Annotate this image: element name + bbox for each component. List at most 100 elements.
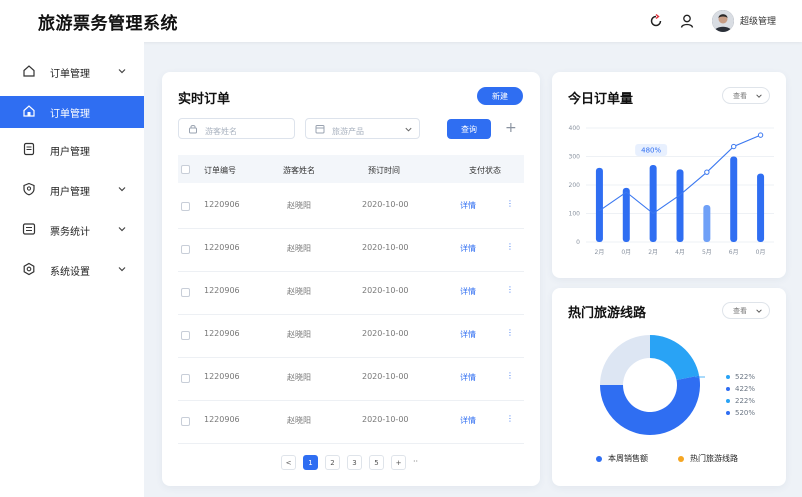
product-placeholder: 旅游产品 [332,127,364,136]
page-button[interactable]: 1 [303,455,318,470]
product-select[interactable]: 旅游产品 [305,118,420,139]
routes-period-select[interactable]: 查看 [722,302,770,319]
more-icon[interactable]: ⋮ [506,371,514,380]
donut-label-text: 522% [735,373,756,381]
document-icon [23,142,35,156]
booking-time: 2020-10-00 [362,372,409,381]
booking-time: 2020-10-00 [362,286,409,295]
guest-name: 赵晓阳 [287,373,311,382]
donut-label: 222% [726,397,755,405]
bar [676,169,684,242]
sidebar-item-ticket-stats[interactable]: 票务统计 [0,214,144,246]
row-checkbox[interactable] [181,202,190,211]
orders-title: 实时订单 [178,92,231,107]
page-button[interactable]: 2 [325,455,340,470]
x-tick-label: 6月 [729,249,739,256]
donut-label: 522% [726,373,755,381]
donut-label-text: 520% [735,409,756,417]
order-id: 1220906 [204,243,240,252]
bar [595,167,603,242]
booking-time: 2020-10-00 [362,200,409,209]
prev-page-button[interactable]: < [281,455,296,470]
search-input[interactable]: 游客姓名 [178,118,295,139]
legend-item: 热门旅游线路 [678,453,738,464]
chevron-down-icon [118,267,126,272]
y-tick-label: 300 [569,154,581,161]
row-checkbox[interactable] [181,245,190,254]
detail-link[interactable]: 详情 [460,200,476,211]
legend-dot [678,455,684,462]
more-icon[interactable]: ⋮ [506,199,514,208]
column-header: 预订时间 [368,166,400,175]
more-icon[interactable]: ⋮ [506,414,514,423]
home-icon [23,105,35,117]
legend-dot [596,455,602,462]
legend-item: 本周销售额 [596,453,648,464]
new-order-button[interactable]: 新建 [477,87,523,105]
booking-time: 2020-10-00 [362,243,409,252]
guest-name: 赵晓阳 [287,416,311,425]
search-button[interactable]: 查询 [447,119,491,139]
more-icon[interactable]: ⋮ [506,242,514,251]
sidebar: 订单管理 订单管理 用户管理 用户管理 票务统计 系统设置 [0,42,144,497]
label-dot [726,387,730,391]
user-icon[interactable] [678,12,696,30]
page-button[interactable]: 3 [347,455,362,470]
sidebar-item-users-group[interactable]: 用户管理 [0,174,144,206]
label-dot [726,411,730,415]
home-icon [23,65,35,77]
sidebar-item-users[interactable]: 用户管理 [0,134,144,166]
next-page-button[interactable]: + [391,455,406,470]
chevron-down-icon [118,187,126,192]
row-checkbox[interactable] [181,374,190,383]
refresh-icon[interactable] [647,12,665,30]
order-id: 1220906 [204,329,240,338]
row-divider [178,400,524,401]
username[interactable]: 超级管理 [740,14,776,27]
row-divider [178,443,524,444]
avatar[interactable] [712,10,734,32]
label-dot [726,375,730,379]
row-checkbox[interactable] [181,288,190,297]
detail-link[interactable]: 详情 [460,286,476,297]
select-value: 查看 [733,306,747,315]
daily-period-select[interactable]: 查看 [722,87,770,104]
detail-link[interactable]: 详情 [460,243,476,254]
lock-icon [189,124,197,134]
trend-point [757,132,764,138]
bar [730,156,738,242]
sidebar-item-label: 票务统计 [50,227,90,238]
y-tick-label: 200 [569,182,581,189]
routes-donut-chart [600,335,705,435]
more-icon[interactable]: ⋮ [506,328,514,337]
select-all-checkbox[interactable] [181,165,190,174]
chevron-down-icon [118,227,126,232]
chevron-down-icon [756,94,762,98]
gear-icon [23,262,35,276]
y-tick-label: 100 [569,211,581,218]
donut-label-text: 422% [735,385,756,393]
page-button[interactable]: 5 [369,455,384,470]
detail-link[interactable]: 详情 [460,415,476,426]
x-tick-label: 0月 [621,249,631,256]
y-tick-label: 400 [569,125,581,132]
y-tick-label: 0 [576,239,580,246]
x-tick-label: 5月 [702,249,712,256]
label-dot [726,399,730,403]
legend-label: 热门旅游线路 [690,454,738,463]
detail-link[interactable]: 详情 [460,329,476,340]
sidebar-item-settings[interactable]: 系统设置 [0,254,144,286]
sidebar-item-orders[interactable]: 订单管理 [0,56,144,88]
more-icon[interactable]: ⋮ [506,285,514,294]
row-checkbox[interactable] [181,331,190,340]
chevron-down-icon [756,309,762,313]
sidebar-item-orders-active[interactable]: 订单管理 [0,96,144,128]
bar [703,204,711,242]
legend-label: 本周销售额 [608,454,648,463]
order-id: 1220906 [204,200,240,209]
chevron-down-icon [405,127,412,132]
x-tick-label: 4月 [675,249,685,256]
detail-link[interactable]: 详情 [460,372,476,383]
row-checkbox[interactable] [181,417,190,426]
add-icon[interactable]: + [505,120,517,136]
